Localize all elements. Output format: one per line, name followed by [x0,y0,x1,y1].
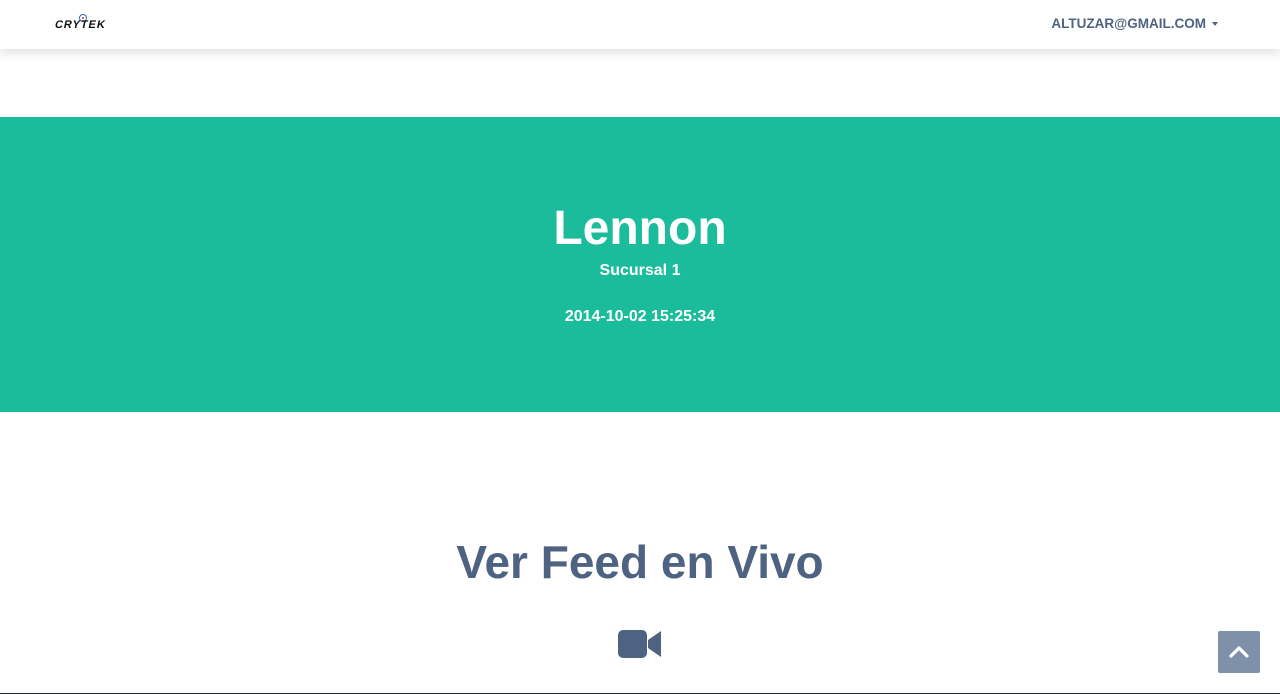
live-feed-heading: Ver Feed en Vivo [456,536,824,588]
page: CRYTEK ALTUZAR@GMAIL.COM Lennon Sucursal… [0,0,1280,694]
navbar: CRYTEK ALTUZAR@GMAIL.COM [0,0,1280,49]
branch-name: Sucursal 1 [599,262,681,279]
timestamp: 2014-10-02 15:25:34 [564,308,716,325]
scroll-to-top-button[interactable] [1218,631,1260,673]
user-menu-dropdown[interactable]: ALTUZAR@GMAIL.COM [1051,16,1218,31]
chevron-up-icon [1229,646,1249,658]
crytek-logo[interactable]: CRYTEK [53,14,117,36]
logo-text: CRYTEK [53,19,108,31]
video-camera-icon[interactable] [618,628,662,660]
hero-banner: Lennon Sucursal 1 2014-10-02 15:25:34 [0,117,1280,412]
caret-down-icon [1212,22,1218,26]
page-title: Lennon [553,202,727,255]
user-email: ALTUZAR@GMAIL.COM [1051,16,1206,31]
